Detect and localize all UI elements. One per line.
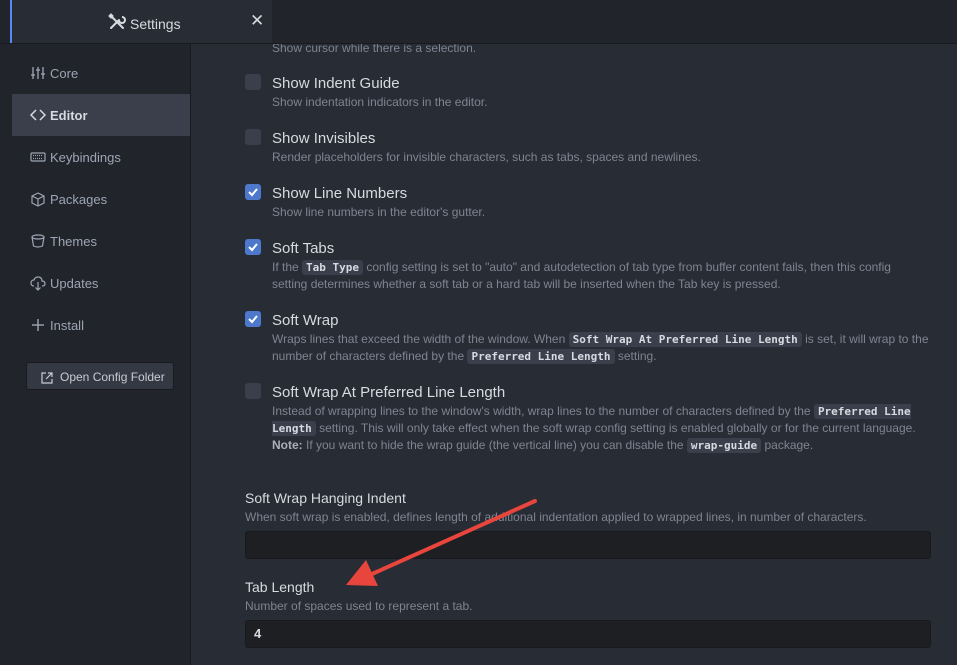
- setting-description: When soft wrap is enabled, defines lengt…: [245, 510, 867, 524]
- setting-title: Show Indent Guide: [272, 75, 400, 92]
- setting-description: Show line numbers in the editor's gutter…: [272, 205, 486, 219]
- sidebar-item-core[interactable]: Core: [12, 52, 190, 94]
- sidebar-item-editor[interactable]: Editor: [12, 94, 190, 136]
- open-config-folder-label: Open Config Folder: [60, 370, 165, 384]
- line-numbers-checkbox[interactable]: [245, 184, 261, 200]
- tab-settings[interactable]: Settings ✕: [10, 0, 272, 43]
- setting-title: Soft Tabs: [272, 240, 335, 257]
- setting-description: Show cursor while there is a selection.: [272, 44, 477, 55]
- code-snippet: Soft Wrap At Preferred Line Length: [568, 332, 802, 347]
- close-icon[interactable]: ✕: [250, 12, 264, 30]
- sidebar-item-label: Core: [50, 66, 79, 81]
- setting-title: Soft Wrap At Preferred Line Length: [272, 384, 506, 401]
- tools-icon: [108, 13, 126, 31]
- checkmark-icon: [248, 243, 258, 252]
- code-icon: [29, 107, 47, 123]
- settings-sidebar: Core Editor Keybindings Packages Themes …: [0, 44, 191, 665]
- sidebar-item-label: Keybindings: [50, 150, 121, 165]
- setting-title: Soft Wrap Hanging Indent: [245, 490, 406, 506]
- sidebar-item-label: Packages: [50, 192, 108, 207]
- sidebar-item-keybindings[interactable]: Keybindings: [12, 136, 190, 178]
- indent-guide-checkbox[interactable]: [245, 74, 261, 90]
- tab-length-input[interactable]: 4: [245, 620, 931, 648]
- setting-description: Show indentation indicators in the edito…: [272, 95, 488, 109]
- tab-bar: Settings ✕: [0, 0, 957, 44]
- soft-tabs-checkbox[interactable]: [245, 239, 261, 255]
- code-snippet: Tab Type: [302, 260, 364, 275]
- package-icon: [30, 191, 46, 207]
- setting-description: Number of spaces used to represent a tab…: [245, 599, 473, 613]
- sidebar-item-themes[interactable]: Themes: [12, 220, 190, 262]
- setting-description: If the Tab Type config setting is set to…: [272, 260, 891, 291]
- cloud-download-icon: [30, 275, 46, 291]
- setting-title: Show Line Numbers: [272, 185, 408, 202]
- sidebar-item-install[interactable]: Install: [12, 304, 190, 346]
- hanging-indent-input[interactable]: [245, 531, 931, 559]
- sidebar-item-label: Editor: [50, 108, 88, 123]
- setting-title: Tab Length: [245, 579, 315, 595]
- setting-description: Instead of wrapping lines to the window'…: [272, 404, 916, 453]
- soft-wrap-checkbox[interactable]: [245, 311, 261, 327]
- sidebar-item-updates[interactable]: Updates: [12, 262, 190, 304]
- checkmark-icon: [248, 188, 258, 197]
- sidebar-item-label: Updates: [50, 276, 99, 291]
- paintcan-icon: [30, 233, 46, 249]
- open-config-folder-button[interactable]: Open Config Folder: [26, 362, 174, 390]
- setting-description: Render placeholders for invisible charac…: [272, 150, 701, 164]
- code-snippet: Preferred Line Length: [467, 349, 615, 364]
- settings-panel: Show cursor while there is a selection. …: [191, 44, 957, 665]
- sidebar-item-label: Themes: [50, 234, 97, 249]
- tab-title: Settings: [130, 16, 181, 32]
- soft-wrap-preferred-checkbox[interactable]: [245, 383, 261, 399]
- link-external-icon: [41, 371, 53, 384]
- setting-title: Show Invisibles: [272, 130, 376, 147]
- plus-icon: [30, 317, 46, 333]
- sidebar-item-label: Install: [50, 318, 84, 333]
- checkmark-icon: [248, 315, 258, 324]
- invisibles-checkbox[interactable]: [245, 129, 261, 145]
- sliders-icon: [30, 65, 46, 81]
- sidebar-item-packages[interactable]: Packages: [12, 178, 190, 220]
- setting-description: Wraps lines that exceed the width of the…: [272, 332, 929, 364]
- keyboard-icon: [30, 149, 46, 165]
- code-snippet: wrap-guide: [686, 438, 762, 453]
- setting-title: Soft Wrap: [272, 312, 339, 329]
